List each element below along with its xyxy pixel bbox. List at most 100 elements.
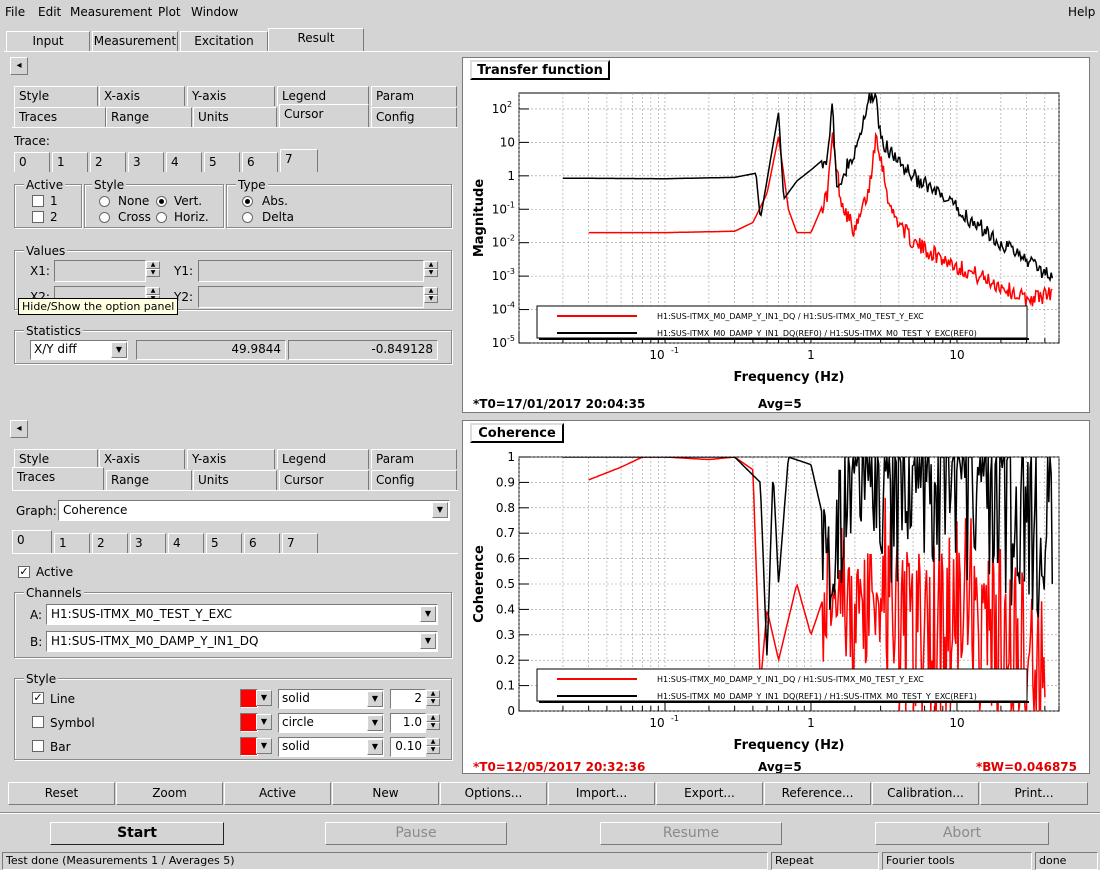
subtab-style[interactable]: Style (14, 86, 98, 106)
tab-result[interactable]: Result (268, 28, 364, 52)
calibration-button[interactable]: Calibration... (872, 782, 979, 805)
trace-tab-3-b[interactable]: 3 (130, 533, 166, 553)
active-button[interactable]: Active (224, 782, 331, 805)
trace-tab-3[interactable]: 3 (128, 152, 164, 172)
options-button[interactable]: Options... (440, 782, 547, 805)
menu-edit[interactable]: Edit (38, 5, 61, 19)
type-abs-radio[interactable] (242, 196, 253, 207)
subtab-range[interactable]: Range (106, 107, 192, 127)
subtab-config-2[interactable]: Config (371, 470, 457, 490)
subtab-units-2[interactable]: Units (193, 470, 277, 490)
statistics-dropdown-icon[interactable]: ▼ (111, 342, 127, 358)
bar-width-spinner[interactable]: ▲ ▼ (426, 738, 440, 754)
bar-width-input[interactable]: 0.10 (390, 737, 426, 757)
x1-spinner[interactable]: ▲ ▼ (146, 261, 160, 277)
graph-dropdown-icon[interactable]: ▼ (432, 502, 448, 518)
start-button[interactable]: Start (50, 822, 224, 845)
collapse-toggle-bottom[interactable]: ◂ (10, 420, 28, 438)
subtab-cursor[interactable]: Cursor (279, 104, 369, 127)
bar-checkbox[interactable] (32, 740, 44, 752)
line-color-dropdown-icon[interactable]: ▼ (256, 690, 272, 706)
tab-excitation[interactable]: Excitation (180, 31, 268, 52)
trace-tab-6[interactable]: 6 (242, 152, 278, 172)
channel-b-dropdown-icon[interactable]: ▼ (420, 633, 436, 649)
channel-a-select[interactable]: H1:SUS-ITMX_M0_TEST_Y_EXC (46, 604, 438, 625)
symbol-size-spinner[interactable]: ▲ ▼ (426, 714, 440, 730)
subtab-legend-2[interactable]: Legend (277, 449, 369, 469)
trace-tab-5[interactable]: 5 (204, 152, 240, 172)
active-1-checkbox[interactable] (32, 195, 44, 207)
subtab-param[interactable]: Param (371, 86, 457, 106)
subtab-x-axis-2[interactable]: X-axis (99, 449, 185, 469)
export-button[interactable]: Export... (656, 782, 763, 805)
menu-file[interactable]: File (5, 5, 25, 19)
subtab-y-axis-2[interactable]: Y-axis (187, 449, 275, 469)
menu-window[interactable]: Window (191, 5, 238, 19)
subtab-style-2[interactable]: Style (14, 449, 98, 469)
trace-tab-7[interactable]: 7 (280, 149, 318, 172)
symbol-color-dropdown-icon[interactable]: ▼ (256, 714, 272, 730)
style-horiz-radio[interactable] (156, 212, 167, 223)
bar-color-dropdown-icon[interactable]: ▼ (256, 738, 272, 754)
trace-tab-0-b[interactable]: 0 (12, 530, 52, 553)
line-width-input[interactable]: 2 (390, 689, 426, 709)
menu-measurement[interactable]: Measurement (70, 5, 152, 19)
subtab-units[interactable]: Units (193, 107, 277, 127)
trace-tab-4-b[interactable]: 4 (168, 533, 204, 553)
menu-help[interactable]: Help (1068, 5, 1095, 19)
reference-button[interactable]: Reference... (764, 782, 871, 805)
transfer-function-chart[interactable]: 10 -1 1 1010 -510 -410 -310 -210 -111010 2Frequen… (463, 58, 1089, 412)
y1-spinner[interactable]: ▲ ▼ (424, 261, 438, 277)
coherence-chart[interactable]: 10 -1 1 10 0 0.1 0.2 0.3 0.4 0.5 0.6 0.7 0.8 0.9 1 Freq… (463, 421, 1089, 773)
trace-tab-6-b[interactable]: 6 (244, 533, 280, 553)
reset-button[interactable]: Reset (8, 782, 115, 805)
trace-active-checkbox[interactable]: ✓ (18, 566, 30, 578)
line-width-spinner[interactable]: ▲ ▼ (426, 690, 440, 706)
symbol-pattern-dropdown-icon[interactable]: ▼ (367, 715, 383, 731)
channel-a-dropdown-icon[interactable]: ▼ (420, 606, 436, 622)
style-cross-radio[interactable] (99, 212, 110, 223)
subtab-x-axis[interactable]: X-axis (99, 86, 185, 106)
trace-tab-0[interactable]: 0 (14, 152, 50, 172)
trace-tab-7-b[interactable]: 7 (282, 533, 318, 553)
subtab-config[interactable]: Config (371, 107, 457, 127)
menu-plot[interactable]: Plot (158, 5, 181, 19)
graph-select[interactable]: Coherence (58, 500, 450, 521)
y1-field[interactable] (198, 260, 424, 282)
x1-field[interactable] (54, 260, 146, 282)
trace-tab-1-b[interactable]: 1 (54, 533, 90, 553)
style-none-radio[interactable] (99, 196, 110, 207)
style-vert-radio[interactable] (156, 196, 167, 207)
tab-input[interactable]: Input (6, 31, 90, 52)
subtab-cursor-2[interactable]: Cursor (279, 470, 369, 490)
trace-tab-1[interactable]: 1 (52, 152, 88, 172)
subtab-range-2[interactable]: Range (106, 470, 192, 490)
zoom-button[interactable]: Zoom (116, 782, 223, 805)
line-pattern-dropdown-icon[interactable]: ▼ (367, 691, 383, 707)
bar-pattern-dropdown-icon[interactable]: ▼ (367, 739, 383, 755)
channel-b-select[interactable]: H1:SUS-ITMX_M0_DAMP_Y_IN1_DQ (46, 631, 438, 652)
subtab-traces[interactable]: Traces (14, 107, 106, 127)
import-button[interactable]: Import... (548, 782, 655, 805)
print-button[interactable]: Print... (980, 782, 1088, 805)
resume-button[interactable]: Resume (600, 822, 782, 845)
trace-tab-2-b[interactable]: 2 (92, 533, 128, 553)
tab-measurement[interactable]: Measurement (92, 31, 178, 52)
subtab-y-axis[interactable]: Y-axis (187, 86, 275, 106)
line-checkbox[interactable]: ✓ (32, 692, 44, 704)
trace-tab-4[interactable]: 4 (166, 152, 202, 172)
trace-tab-5-b[interactable]: 5 (206, 533, 242, 553)
pause-button[interactable]: Pause (325, 822, 507, 845)
y2-field[interactable] (198, 286, 424, 308)
y2-spinner[interactable]: ▲ ▼ (424, 287, 438, 303)
subtab-legend[interactable]: Legend (277, 86, 369, 106)
symbol-checkbox[interactable] (32, 716, 44, 728)
active-2-checkbox[interactable] (32, 211, 44, 223)
new-button[interactable]: New (332, 782, 439, 805)
subtab-traces-2[interactable]: Traces (12, 467, 104, 490)
subtab-param-2[interactable]: Param (371, 449, 457, 469)
type-delta-radio[interactable] (242, 212, 253, 223)
collapse-toggle-top[interactable]: ◂ (10, 57, 28, 75)
symbol-size-input[interactable]: 1.0 (390, 713, 426, 733)
abort-button[interactable]: Abort (875, 822, 1049, 845)
